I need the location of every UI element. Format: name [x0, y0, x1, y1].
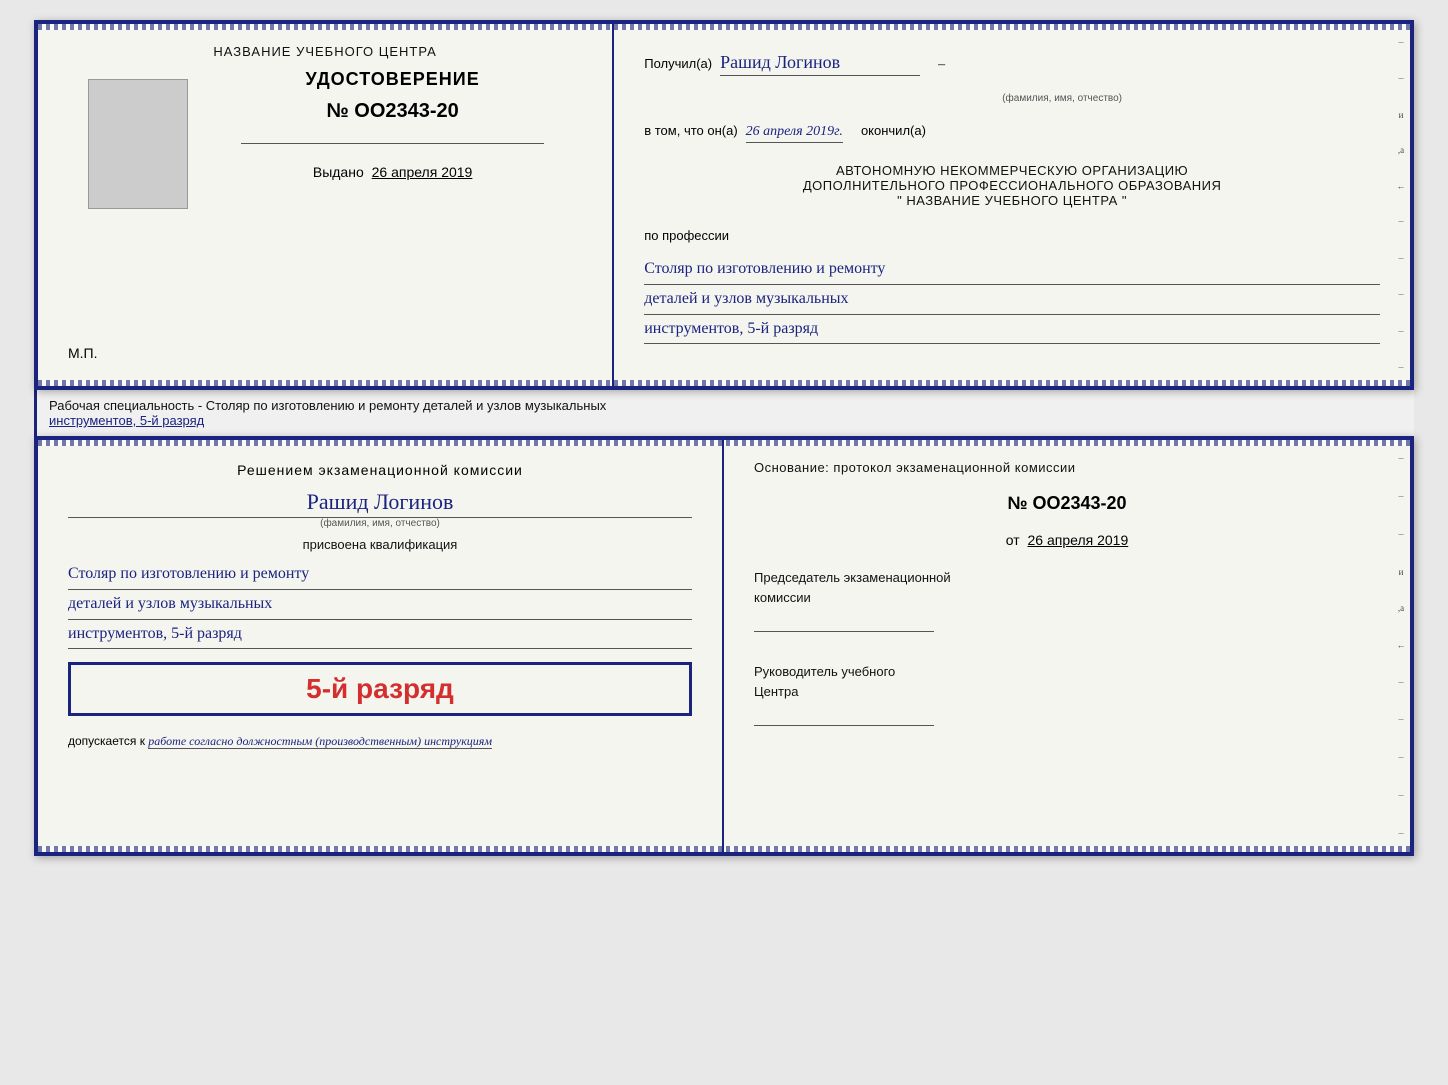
cert-vydano: Выдано 26 апреля 2019 [313, 164, 473, 180]
bottom-right-panel: Основание: протокол экзаменационной коми… [724, 440, 1410, 852]
profession-block: Столяр по изготовлению и ремонту деталей… [644, 255, 1380, 344]
commission-title: Решением экзаменационной комиссии [68, 460, 692, 481]
rukovoditel-line1: Руководитель учебного [754, 662, 1380, 682]
org-line1: АВТОНОМНУЮ НЕКОММЕРЧЕСКУЮ ОРГАНИЗАЦИЮ [644, 163, 1380, 178]
recipient-row: Получил(а) Рашид Логинов – [644, 52, 1380, 76]
qual-line3: инструментов, 5-й разряд [68, 620, 692, 650]
bottom-recipient-name: Рашид Логинов [68, 489, 692, 518]
qualification-block: Столяр по изготовлению и ремонту деталей… [68, 560, 692, 649]
rukovoditel-block: Руководитель учебного Центра [754, 662, 1380, 731]
poluchil-label: Получил(а) [644, 56, 712, 71]
cert-photo [88, 79, 188, 209]
cert-mp: М.П. [68, 345, 98, 366]
bottom-right-side-decoration: – – – и ,а ← – – – – – [1394, 440, 1408, 852]
bottom-left-panel: Решением экзаменационной комиссии Рашид … [38, 440, 724, 852]
допускается-value: работе согласно должностным (производств… [148, 734, 492, 749]
rank-text: 5-й разряд [86, 673, 674, 705]
qual-line2: деталей и узлов музыкальных [68, 590, 692, 620]
specialty-underlined: инструментов, 5-й разряд [49, 413, 204, 428]
specialty-prefix: Рабочая специальность - Столяр по изгото… [49, 398, 606, 413]
bottom-recipient-block: Рашид Логинов (фамилия, имя, отчество) [68, 489, 692, 529]
vtom-row: в том, что он(а) 26 апреля 2019г. окончи… [644, 123, 1380, 143]
bottom-name-subtext: (фамилия, имя, отчество) [68, 518, 692, 529]
допускается-row: допускается к работе согласно должностны… [68, 734, 692, 749]
cert-divider-line [241, 143, 544, 144]
cert-right-panel: Получил(а) Рашид Логинов – (фамилия, имя… [614, 24, 1410, 386]
vydano-date: 26 апреля 2019 [372, 164, 473, 180]
predsedatel-line1: Председатель экзаменационной [754, 568, 1380, 588]
document-wrapper: НАЗВАНИЕ УЧЕБНОГО ЦЕНТРА УДОСТОВЕРЕНИЕ №… [34, 20, 1414, 856]
vtom-date: 26 апреля 2019г. [746, 124, 843, 143]
name-subtext-label: (фамилия, имя, отчество) [1002, 93, 1122, 104]
protocol-date-label: от [1006, 532, 1020, 548]
okonchil-label: окончил(а) [861, 123, 926, 138]
допускается-label: допускается к [68, 734, 145, 748]
predsedatel-block: Председатель экзаменационной комиссии [754, 568, 1380, 637]
vtom-label: в том, что он(а) [644, 123, 737, 138]
top-certificate: НАЗВАНИЕ УЧЕБНОГО ЦЕНТРА УДОСТОВЕРЕНИЕ №… [34, 20, 1414, 390]
cert-center: УДОСТОВЕРЕНИЕ № OO2343-20 Выдано 26 апре… [203, 69, 582, 180]
qual-line1: Столяр по изготовлению и ремонту [68, 560, 692, 590]
profession-line1: Столяр по изготовлению и ремонту [644, 255, 1380, 285]
protocol-number: № OO2343-20 [754, 493, 1380, 514]
right-side-decoration: – – и ,а ← – – – – – [1394, 24, 1408, 386]
rukovoditel-line2: Центра [754, 682, 1380, 702]
commission-title-text: Решением экзаменационной комиссии [237, 462, 523, 478]
osnovaniye-label: Основание: протокол экзаменационной коми… [754, 460, 1380, 475]
profession-line2: деталей и узлов музыкальных [644, 285, 1380, 315]
cert-udostoverenie-label: УДОСТОВЕРЕНИЕ [306, 69, 480, 90]
rukovoditel-signature-line [754, 706, 934, 726]
recipient-name: Рашид Логинов [720, 52, 920, 76]
bottom-document: Решением экзаменационной комиссии Рашид … [34, 436, 1414, 856]
name-subtext: (фамилия, имя, отчество) [744, 88, 1380, 106]
dash1: – [938, 57, 945, 73]
vydano-label: Выдано [313, 164, 364, 180]
cert-left-panel: НАЗВАНИЕ УЧЕБНОГО ЦЕНТРА УДОСТОВЕРЕНИЕ №… [38, 24, 614, 386]
org-line2: ДОПОЛНИТЕЛЬНОГО ПРОФЕССИОНАЛЬНОГО ОБРАЗО… [644, 178, 1380, 193]
predsedatel-signature-line [754, 612, 934, 632]
specialty-label: Рабочая специальность - Столяр по изгото… [34, 390, 1414, 436]
profession-line3: инструментов, 5-й разряд [644, 315, 1380, 345]
po-professii-label: по профессии [644, 228, 1380, 243]
prisvoena-label: присвоена квалификация [68, 537, 692, 552]
org-line3: " НАЗВАНИЕ УЧЕБНОГО ЦЕНТРА " [644, 193, 1380, 208]
predsedatel-line2: комиссии [754, 588, 1380, 608]
rank-box: 5-й разряд [68, 662, 692, 716]
protocol-date: 26 апреля 2019 [1028, 532, 1129, 548]
protocol-date-row: от 26 апреля 2019 [754, 532, 1380, 548]
cert-school-title: НАЗВАНИЕ УЧЕБНОГО ЦЕНТРА [213, 44, 436, 59]
org-block: АВТОНОМНУЮ НЕКОММЕРЧЕСКУЮ ОРГАНИЗАЦИЮ ДО… [644, 163, 1380, 208]
cert-number: № OO2343-20 [326, 100, 458, 123]
